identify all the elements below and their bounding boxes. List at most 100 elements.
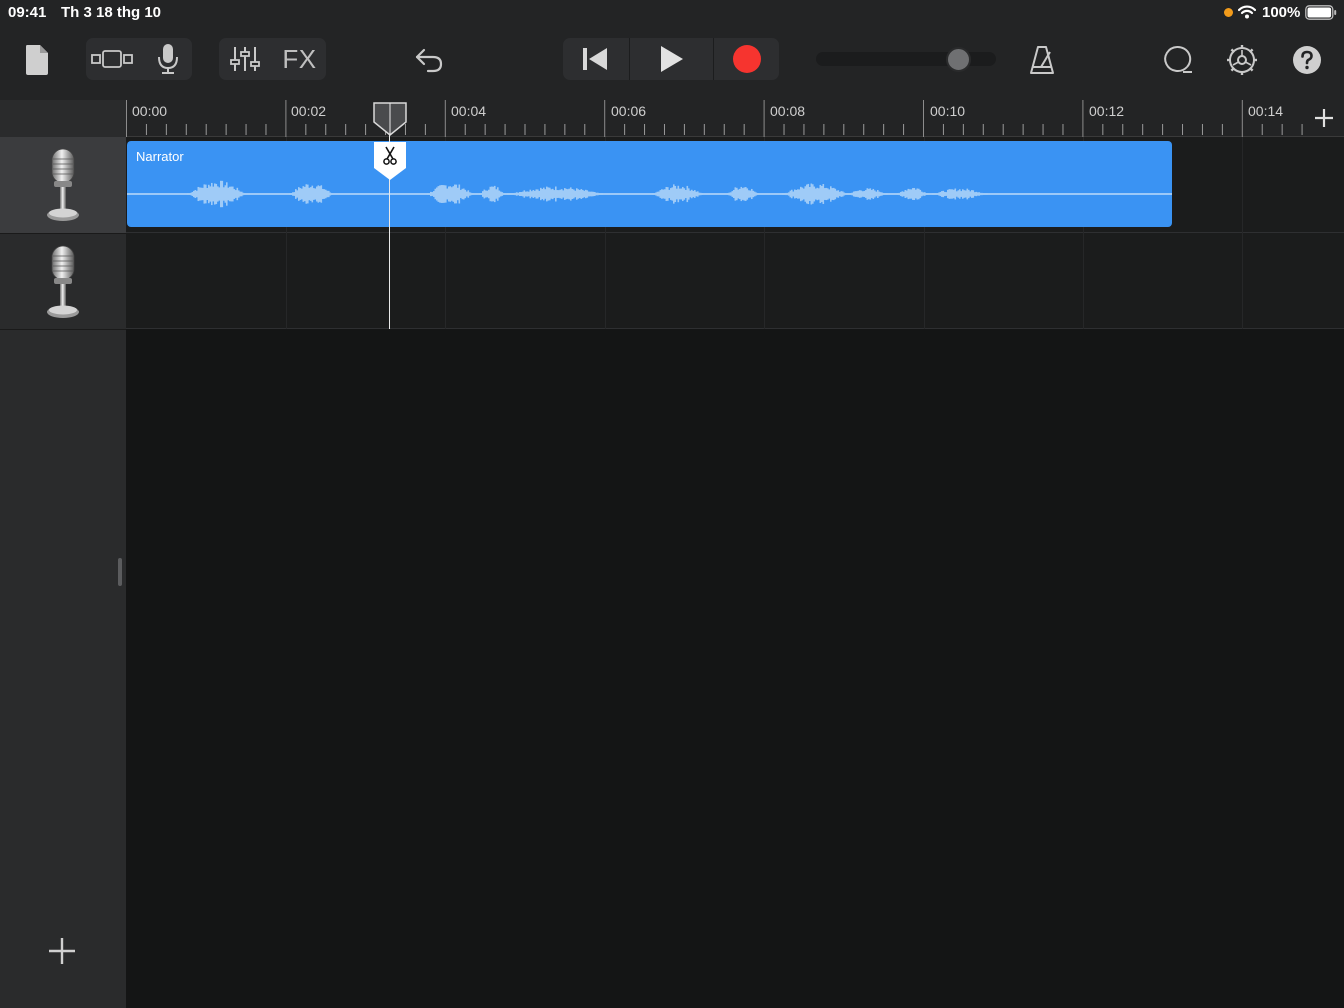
- waveform-bar: [196, 190, 198, 198]
- waveform-bar: [486, 190, 489, 198]
- waveform-bar: [464, 189, 467, 199]
- waveform-bar: [428, 193, 431, 195]
- waveform-bar: [939, 191, 942, 197]
- resize-handle[interactable]: [118, 558, 122, 586]
- waveform-bar: [550, 189, 553, 199]
- playhead-handle[interactable]: [373, 102, 407, 136]
- split-region-button[interactable]: [373, 141, 407, 181]
- waveform-bar: [897, 193, 899, 195]
- waveform-bar: [676, 188, 678, 200]
- undo-button[interactable]: [409, 40, 449, 80]
- waveform-bar: [665, 186, 668, 202]
- waveform-bar: [561, 189, 563, 199]
- waveform-bar: [289, 193, 291, 195]
- fx-button[interactable]: FX: [273, 38, 326, 80]
- waveform-bar: [540, 187, 542, 201]
- waveform-bar: [559, 189, 562, 199]
- waveform-bar: [311, 185, 314, 203]
- go-to-start-button[interactable]: [563, 38, 627, 80]
- waveform-bar: [656, 191, 659, 197]
- waveform-bar: [752, 190, 755, 198]
- battery-icon: [1305, 5, 1337, 20]
- waveform-bar: [431, 192, 434, 196]
- track-header-1[interactable]: [0, 137, 126, 233]
- tracks-view-icon: [91, 50, 133, 68]
- waveform-bar: [680, 188, 683, 200]
- waveform-bar: [199, 187, 201, 201]
- metronome-button[interactable]: [1022, 40, 1062, 80]
- waveform-bar: [812, 184, 814, 204]
- waveform-bar: [305, 184, 308, 204]
- waveform-bar: [541, 188, 544, 200]
- waveform-bar: [871, 190, 873, 198]
- ruler-label: 00:10: [930, 103, 966, 119]
- waveform-bar: [821, 185, 823, 203]
- waveform-bar: [301, 188, 303, 200]
- add-section-button[interactable]: [1313, 107, 1335, 129]
- waveform-bar: [685, 189, 687, 199]
- waveform-bar: [290, 193, 293, 195]
- waveform-bar: [853, 191, 855, 197]
- volume-knob[interactable]: [946, 47, 971, 72]
- waveform-bar: [803, 188, 805, 200]
- waveform-bar: [968, 189, 970, 199]
- waveform-bar: [188, 193, 191, 195]
- waveform-bar: [903, 191, 905, 197]
- waveform-bar: [223, 187, 225, 201]
- waveform-bar: [331, 193, 333, 195]
- play-button[interactable]: [631, 38, 711, 80]
- waveform-bar: [454, 184, 456, 204]
- waveform-bar: [573, 189, 575, 199]
- waveform-bar: [229, 186, 231, 202]
- waveform-bar: [839, 191, 841, 197]
- add-track-button[interactable]: [46, 935, 78, 967]
- waveform-bar: [755, 192, 758, 196]
- waveform-bar: [516, 192, 518, 196]
- metronome-icon: [1030, 46, 1054, 74]
- my-songs-button[interactable]: [20, 40, 54, 80]
- settings-button[interactable]: [1222, 40, 1262, 80]
- waveform-bar: [594, 192, 596, 196]
- loop-browser-button[interactable]: [1156, 40, 1198, 80]
- instrument-button[interactable]: [144, 38, 192, 80]
- waveform-bar: [574, 190, 577, 198]
- waveform-bar: [782, 193, 784, 195]
- waveform-bar: [801, 187, 804, 201]
- waveform-bar: [205, 184, 207, 204]
- help-icon: [1293, 46, 1321, 74]
- waveform-bar: [187, 193, 189, 195]
- waveform-bar: [797, 189, 799, 199]
- timeline-ruler[interactable]: 00:00 00:02 00:04 00:06 00:08 00:10 00:1…: [126, 100, 1344, 137]
- waveform-bar: [458, 184, 461, 204]
- waveform-bar: [733, 190, 735, 198]
- waveform-bar: [658, 191, 660, 197]
- waveform-bar: [537, 189, 539, 199]
- waveform-bar: [757, 193, 759, 195]
- waveform-bar: [734, 187, 737, 201]
- waveform-bar: [236, 187, 239, 201]
- waveform-bar: [233, 189, 236, 199]
- audio-region[interactable]: Narrator: [127, 141, 1172, 227]
- waveform-bar: [308, 187, 311, 201]
- track-controls-button[interactable]: [219, 38, 271, 80]
- waveform-bar: [549, 187, 551, 201]
- fx-label: FX: [282, 43, 317, 74]
- waveform-bar: [792, 191, 795, 197]
- help-button[interactable]: [1287, 40, 1327, 80]
- waveform-bar: [498, 190, 501, 198]
- tracks-view-button[interactable]: [86, 38, 138, 80]
- waveform-bar: [482, 191, 484, 197]
- waveform-bar: [519, 192, 521, 196]
- waveform-bar: [217, 186, 219, 202]
- track-header-2[interactable]: [0, 234, 126, 330]
- waveform-bar: [700, 192, 702, 196]
- track-lane-2[interactable]: [126, 233, 1344, 329]
- record-button[interactable]: [715, 38, 779, 80]
- waveform-bar: [974, 192, 976, 196]
- waveform-bar: [954, 188, 957, 200]
- waveform-bar: [212, 186, 215, 202]
- waveform-bar: [317, 185, 320, 203]
- waveform-bar: [822, 184, 825, 204]
- waveform-bar: [806, 184, 808, 204]
- waveform-bar: [580, 189, 583, 199]
